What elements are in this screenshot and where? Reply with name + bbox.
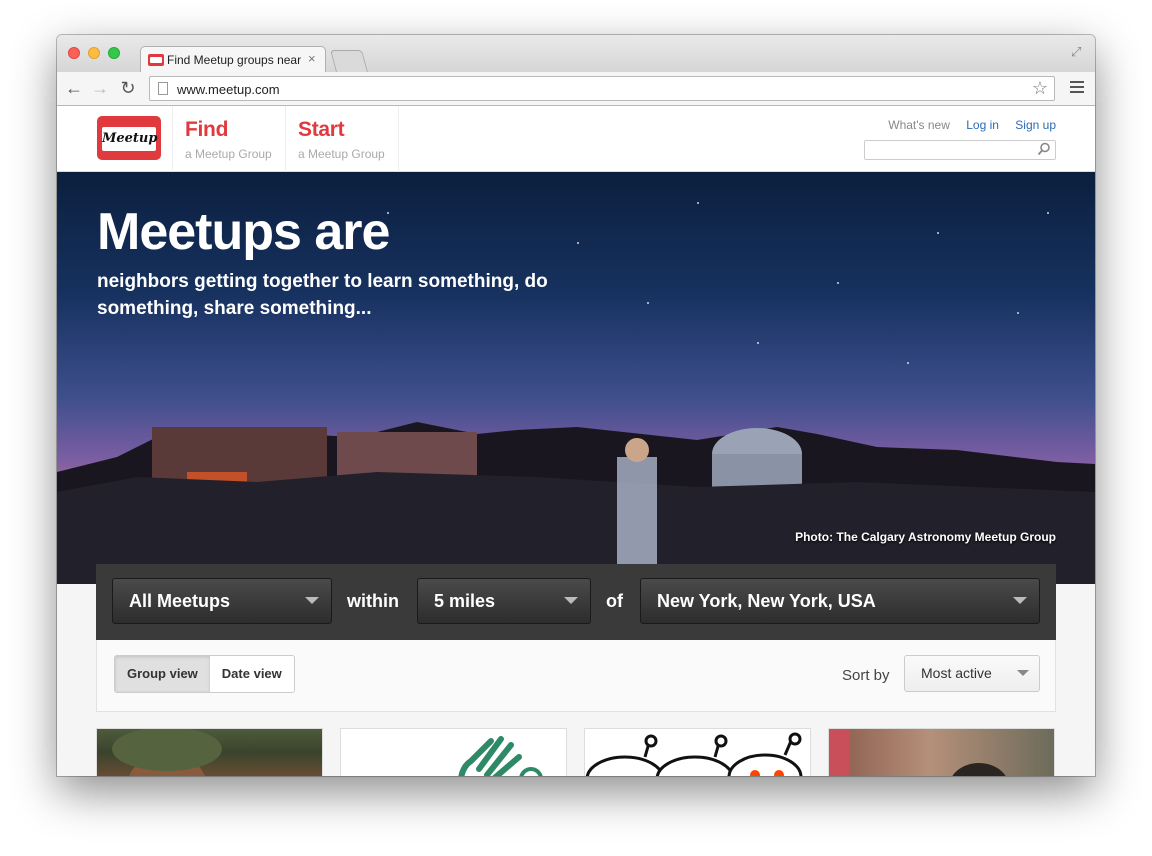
- maximize-window-button[interactable]: [108, 47, 120, 59]
- browser-toolbar: ← → ↻ www.meetup.com ☆: [57, 72, 1095, 106]
- url-text: www.meetup.com: [177, 82, 280, 97]
- group-card[interactable]: [96, 728, 323, 776]
- header-divider: [398, 106, 399, 172]
- hamburger-menu-icon[interactable]: [1070, 81, 1084, 96]
- sort-by-label: Sort by: [842, 667, 890, 684]
- hero-title: Meetups are: [97, 203, 390, 261]
- browser-window: Find Meetup groups near y × ⤢ ← → ↻ www.…: [57, 35, 1095, 776]
- find-sublabel: a Meetup Group: [185, 147, 272, 161]
- tab-close-icon[interactable]: ×: [308, 51, 316, 66]
- forward-arrow-icon[interactable]: →: [89, 76, 111, 100]
- page-viewport: Meetup Find a Meetup Group Start a Meetu…: [57, 106, 1095, 776]
- distance-value: 5 miles: [434, 591, 496, 611]
- group-card-photo: [112, 729, 222, 776]
- chevron-down-icon: [1013, 597, 1027, 604]
- group-view-button[interactable]: Group view: [115, 656, 210, 692]
- new-tab-button[interactable]: [330, 50, 368, 72]
- reddit-alien-icon: [585, 732, 803, 776]
- reload-icon[interactable]: ↻: [117, 76, 139, 100]
- photo-credit: Photo: The Calgary Astronomy Meetup Grou…: [795, 530, 1056, 544]
- chevron-down-icon: [1017, 670, 1029, 676]
- whats-new-link[interactable]: What's new: [888, 118, 950, 132]
- of-label: of: [606, 591, 623, 611]
- find-group-link[interactable]: Find a Meetup Group: [185, 118, 272, 161]
- search-icon[interactable]: [1037, 142, 1051, 156]
- group-card[interactable]: [340, 728, 567, 776]
- view-controls: Group view Date view Sort by Most active: [96, 640, 1056, 712]
- minimize-window-button[interactable]: [88, 47, 100, 59]
- sort-value: Most active: [921, 665, 992, 681]
- page-icon: [158, 82, 168, 95]
- header-divider: [285, 106, 286, 172]
- handprint-logo-icon: [458, 736, 543, 776]
- location-value: New York, New York, USA: [657, 591, 876, 611]
- find-label: Find: [185, 118, 229, 141]
- chevron-down-icon: [564, 597, 578, 604]
- title-bar: Find Meetup groups near y × ⤢: [57, 35, 1095, 73]
- hero-subtitle: neighbors getting together to learn some…: [97, 271, 548, 319]
- search-filter-bar: All Meetups within 5 miles of New York, …: [96, 564, 1056, 640]
- group-card-photo: [829, 729, 1006, 776]
- site-header: Meetup Find a Meetup Group Start a Meetu…: [57, 106, 1095, 172]
- group-card[interactable]: [828, 728, 1055, 776]
- group-card[interactable]: [584, 728, 811, 776]
- sort-dropdown[interactable]: Most active: [904, 655, 1040, 692]
- close-window-button[interactable]: [68, 47, 80, 59]
- search-input[interactable]: [864, 140, 1056, 160]
- login-link[interactable]: Log in: [966, 118, 999, 132]
- within-label: within: [347, 591, 399, 611]
- header-divider: [172, 106, 173, 172]
- distance-dropdown[interactable]: 5 miles: [417, 578, 591, 624]
- start-group-link[interactable]: Start a Meetup Group: [298, 118, 385, 161]
- top-links: What's new Log in Sign up: [875, 118, 1056, 132]
- category-dropdown[interactable]: All Meetups: [112, 578, 332, 624]
- back-arrow-icon[interactable]: ←: [63, 76, 85, 100]
- address-bar[interactable]: www.meetup.com ☆: [149, 76, 1055, 101]
- browser-tab[interactable]: Find Meetup groups near y ×: [140, 46, 326, 73]
- location-dropdown[interactable]: New York, New York, USA: [640, 578, 1040, 624]
- chevron-down-icon: [305, 597, 319, 604]
- hero-banner: Meetups are neighbors getting together t…: [57, 172, 1095, 584]
- start-label: Start: [298, 118, 345, 141]
- date-view-button[interactable]: Date view: [209, 656, 294, 692]
- bookmark-star-icon[interactable]: ☆: [1032, 78, 1048, 99]
- category-value: All Meetups: [129, 591, 231, 611]
- fullscreen-icon[interactable]: ⤢: [1071, 44, 1085, 59]
- meetup-favicon-icon: [148, 54, 164, 66]
- view-toggle: Group view Date view: [114, 655, 295, 693]
- tab-title: Find Meetup groups near y: [167, 53, 303, 67]
- signup-link[interactable]: Sign up: [1015, 118, 1056, 132]
- meetup-logo[interactable]: Meetup: [97, 116, 161, 160]
- start-sublabel: a Meetup Group: [298, 147, 385, 161]
- logo-text: Meetup: [102, 127, 157, 151]
